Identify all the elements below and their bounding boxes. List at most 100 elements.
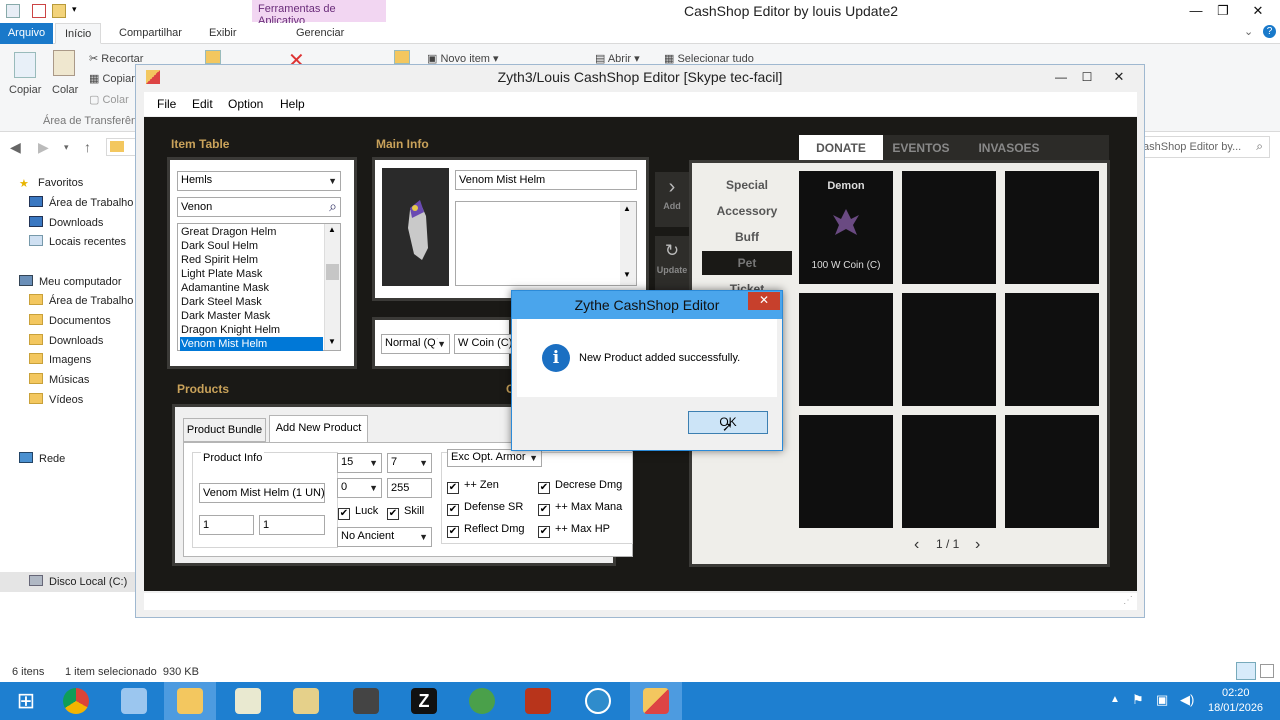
clock-time[interactable]: 02:20 [1222,687,1250,699]
list-item[interactable]: Light Plate Mask [180,267,323,281]
list-item[interactable]: Dragon Knight Helm [180,323,323,337]
item-name-field[interactable]: Venom Mist Helm [455,170,637,190]
scroll-down-icon[interactable]: ▼ [328,337,336,346]
taskbar-app-cube[interactable] [340,682,392,720]
scroll-down-icon[interactable]: ▼ [623,270,631,279]
move-to-icon[interactable] [205,50,221,64]
quick-access-dropdown-icon[interactable]: ▾ [72,4,77,15]
forward-icon[interactable]: ▶ [38,139,49,156]
nav-fav-desktop[interactable]: Área de Trabalho [29,196,133,209]
clock-date[interactable]: 18/01/2026 [1208,702,1263,714]
app-maximize-button[interactable]: ☐ [1074,65,1100,89]
taskbar-explorer-app[interactable] [108,682,160,720]
tab-donate[interactable]: DONATE [799,135,883,161]
taskbar-chrome[interactable] [50,682,102,720]
list-item[interactable]: Adamantine Mask [180,281,323,295]
tab-exibir[interactable]: Exibir [200,23,246,44]
tray-overflow-icon[interactable]: ▲ [1110,694,1120,705]
volume-icon[interactable]: ◀) [1180,692,1194,708]
tab-invasoes[interactable]: INVASOES [959,135,1059,161]
exc-option-select[interactable]: Exc Opt. Armor ▼ [447,449,542,467]
shop-slot-6[interactable] [1005,293,1099,406]
explorer-app-icon[interactable] [6,4,20,18]
taskbar-app-chart[interactable] [222,682,274,720]
nav-comp-desktop[interactable]: Área de Trabalho [29,294,133,307]
page-next-icon[interactable]: › [975,536,980,554]
tab-gerenciar[interactable]: Gerenciar [287,23,353,44]
scroll-thumb[interactable] [326,264,339,280]
shop-slot-8[interactable] [902,415,996,528]
list-item[interactable]: Dark Soul Helm [180,239,323,253]
page-prev-icon[interactable]: ‹ [914,536,919,554]
quick-properties-icon[interactable] [32,4,46,18]
shop-slot-2[interactable] [902,171,996,284]
item-list[interactable]: Great Dragon Helm Dark Soul Helm Red Spi… [177,223,341,351]
list-item[interactable]: Dark Master Mask [180,309,323,323]
category-special[interactable]: Special [702,173,792,197]
shop-slot-4[interactable] [799,293,893,406]
nav-computer[interactable]: Meu computador [19,275,122,288]
exc-reflect-dmg-checkbox[interactable]: ✔ Reflect Dmg [447,523,525,538]
coin-type-select[interactable]: W Coin (C) [454,334,512,354]
quick-new-folder-icon[interactable] [52,4,66,18]
app-close-button[interactable]: ✕ [1106,65,1132,89]
up-icon[interactable]: ↑ [84,139,91,155]
tab-product-bundle[interactable]: Product Bundle [183,418,266,442]
flag-icon[interactable]: ⚑ [1132,692,1144,708]
exc-defense-sr-checkbox[interactable]: ✔ Defense SR [447,501,523,516]
option-select[interactable]: 7 ▼ [387,453,432,473]
item-search-input[interactable]: Venon ⌕ [177,197,341,217]
exc-max-hp-checkbox[interactable]: ✔ ++ Max HP [538,523,610,538]
nav-fav-downloads[interactable]: Downloads [29,216,103,229]
category-accessory[interactable]: Accessory [702,199,792,223]
tab-compartilhar[interactable]: Compartilhar [110,23,191,44]
nav-network[interactable]: Rede [19,452,65,465]
nav-comp-downloads[interactable]: Downloads [29,334,103,347]
tab-inicio[interactable]: Início [55,23,102,44]
recent-dropdown-icon[interactable]: ▾ [64,142,69,153]
address-box[interactable] [106,138,136,156]
network-tray-icon[interactable]: ▣ [1156,692,1168,708]
nav-comp-videos[interactable]: Vídeos [29,393,83,406]
nav-fav-recent[interactable]: Locais recentes [29,235,126,248]
luck-checkbox[interactable]: ✔ Luck [338,505,378,520]
ribbon-expand-icon[interactable]: ⌄ [1244,25,1253,38]
category-pet[interactable]: Pet [702,251,792,275]
add-button[interactable]: › Add [655,172,689,227]
app-icon[interactable] [146,70,160,84]
update-button[interactable]: ↻ Update [655,236,689,291]
taskbar-app-sync[interactable] [572,682,624,720]
new-folder-icon[interactable] [394,50,410,64]
taskbar-app-globe[interactable] [456,682,508,720]
copy-path-button[interactable]: ▦ Copiar [89,72,135,85]
item-list-scrollbar[interactable]: ▲ ▼ [324,224,340,350]
exc-max-mana-checkbox[interactable]: ✔ ++ Max Mana [538,501,622,516]
minimize-button[interactable]: — [1182,2,1210,20]
maximize-button[interactable]: ❐ [1209,2,1237,20]
taskbar-cashshop-editor[interactable] [630,682,682,720]
shop-slot-1[interactable]: Demon 100 W Coin (C) [799,171,893,284]
search-input[interactable]: ashShop Editor by... ⌕ [1138,136,1270,158]
menu-option[interactable]: Option [228,97,263,111]
list-item[interactable]: Red Spirit Helm [180,253,323,267]
taskbar-app-emblem[interactable] [512,682,564,720]
tab-add-new-product[interactable]: Add New Product [269,415,368,443]
description-scrollbar[interactable]: ▲ ▼ [620,202,636,285]
scroll-up-icon[interactable]: ▲ [623,204,631,213]
large-icons-view-icon[interactable] [1260,664,1274,678]
copy-icon[interactable] [14,52,36,78]
back-icon[interactable]: ◀ [10,139,21,156]
taskbar-file-explorer[interactable] [164,682,216,720]
dialog-close-button[interactable]: ✕ [748,292,780,310]
paste-button-label[interactable]: Colar [52,84,78,96]
copy-button-label[interactable]: Copiar [9,84,41,96]
nav-favorites[interactable]: ★ Favoritos [19,177,83,190]
list-item-selected[interactable]: Venom Mist Helm [180,337,323,351]
durability-field[interactable]: 255 [387,478,432,498]
item-description-textarea[interactable]: ▲ ▼ [455,201,637,286]
help-icon[interactable]: ? [1263,25,1276,38]
taskbar-app-tool[interactable] [280,682,332,720]
start-button[interactable]: ⊞ [0,682,52,720]
product-field-b[interactable]: 1 [259,515,325,535]
scroll-up-icon[interactable]: ▲ [328,225,336,234]
